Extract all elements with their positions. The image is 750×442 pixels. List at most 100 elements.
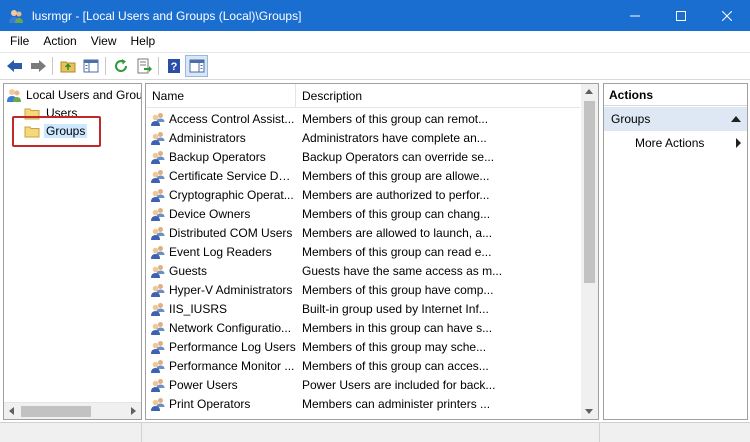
table-row[interactable]: Print Operators Members can administer pr…: [146, 394, 580, 413]
scroll-thumb[interactable]: [21, 406, 91, 417]
menu-file[interactable]: File: [3, 31, 36, 52]
list-vertical-scrollbar[interactable]: [581, 84, 598, 419]
list-header: Name Description: [146, 84, 580, 108]
group-name: Power Users: [169, 377, 238, 392]
status-segment: [600, 423, 750, 442]
table-row[interactable]: Backup Operators Backup Operators can ove…: [146, 147, 580, 166]
row-name-cell: Print Operators: [146, 396, 296, 412]
table-row[interactable]: Performance Log Users Members of this gro…: [146, 337, 580, 356]
table-row[interactable]: IIS_IUSRS Built-in group used by Internet…: [146, 299, 580, 318]
actions-section-label: Groups: [611, 112, 651, 126]
collapse-up-icon[interactable]: [731, 116, 741, 122]
table-row[interactable]: Event Log Readers Members of this group c…: [146, 242, 580, 261]
group-icon: [151, 378, 165, 392]
group-description: Members of this group can remot...: [302, 111, 489, 126]
row-name-cell: Performance Log Users: [146, 339, 296, 355]
groups-list-pane[interactable]: Name Description Access Control Assist..…: [145, 83, 599, 420]
menu-help[interactable]: Help: [124, 31, 163, 52]
group-icon: [151, 169, 165, 183]
group-icon: [151, 264, 165, 278]
scroll-thumb[interactable]: [584, 101, 595, 283]
table-row[interactable]: Performance Monitor ... Members of this g…: [146, 356, 580, 375]
table-row[interactable]: Distributed COM Users Members are allowed…: [146, 223, 580, 242]
scroll-down-icon[interactable]: [585, 409, 593, 414]
show-hide-console-tree-button[interactable]: [79, 55, 102, 77]
group-description: Members of this group have comp...: [302, 282, 494, 297]
group-icon: [151, 207, 165, 221]
window-title: lusrmgr - [Local Users and Groups (Local…: [32, 8, 302, 23]
export-list-button[interactable]: [132, 55, 155, 77]
group-name: Performance Monitor ...: [169, 358, 295, 373]
title-bar: lusrmgr - [Local Users and Groups (Local…: [0, 0, 750, 31]
group-icon: [151, 359, 165, 373]
column-header-name[interactable]: Name: [146, 84, 296, 107]
users-and-groups-icon: [7, 89, 21, 102]
tree-item-local-users-and-groups[interactable]: Local Users and Grou: [6, 86, 141, 104]
status-segment: [0, 423, 142, 442]
forward-button[interactable]: [26, 55, 49, 77]
group-name: Print Operators: [169, 396, 251, 411]
group-icon: [151, 340, 165, 354]
up-one-level-button[interactable]: [56, 55, 79, 77]
close-button[interactable]: [704, 0, 750, 31]
row-name-cell: Power Users: [146, 377, 296, 393]
maximize-icon: [676, 10, 686, 21]
group-name: Distributed COM Users: [169, 225, 293, 240]
scroll-right-icon[interactable]: [131, 407, 136, 415]
refresh-button[interactable]: [109, 55, 132, 77]
table-row[interactable]: Access Control Assist... Members of this …: [146, 109, 580, 128]
show-hide-action-pane-icon: [189, 59, 204, 73]
row-name-cell: Backup Operators: [146, 149, 296, 165]
more-actions-item[interactable]: More Actions: [604, 131, 747, 155]
back-button[interactable]: [3, 55, 26, 77]
toolbar: ?: [0, 52, 750, 80]
table-row[interactable]: Cryptographic Operat... Members are autho…: [146, 185, 580, 204]
submenu-arrow-icon: [736, 138, 741, 148]
table-row[interactable]: Hyper-V Administrators Members of this gr…: [146, 280, 580, 299]
group-description: Members are allowed to launch, a...: [302, 225, 493, 240]
toolbar-separator: [158, 57, 159, 75]
column-header-description[interactable]: Description: [296, 84, 580, 107]
group-name: Network Configuratio...: [169, 320, 292, 335]
groups-list: Access Control Assist... Members of this …: [146, 109, 580, 413]
group-description: Members are authorized to perfor...: [302, 187, 490, 202]
row-name-cell: Hyper-V Administrators: [146, 282, 296, 298]
actions-section-groups[interactable]: Groups: [604, 107, 747, 131]
table-row[interactable]: Power Users Power Users are included for …: [146, 375, 580, 394]
row-name-cell: Access Control Assist...: [146, 111, 296, 127]
group-name: Certificate Service DC...: [169, 168, 296, 183]
console-tree-pane[interactable]: Local Users and Grou Users Groups: [3, 83, 142, 420]
more-actions-label: More Actions: [635, 136, 705, 150]
group-name: Guests: [169, 263, 208, 278]
export-list-icon: [137, 58, 152, 74]
status-segment: [142, 423, 600, 442]
table-row[interactable]: Guests Guests have the same access as m..…: [146, 261, 580, 280]
group-name: Event Log Readers: [169, 244, 272, 259]
group-name: Administrators: [169, 130, 246, 145]
row-name-cell: Guests: [146, 263, 296, 279]
minimize-button[interactable]: [612, 0, 658, 31]
up-folder-icon: [60, 61, 75, 73]
actions-header: Actions: [604, 84, 747, 106]
menu-action[interactable]: Action: [36, 31, 83, 52]
group-icon: [151, 321, 165, 335]
toolbar-separator: [105, 57, 106, 75]
tree-horizontal-scrollbar[interactable]: [4, 402, 141, 419]
scroll-up-icon[interactable]: [585, 89, 593, 94]
group-description: Backup Operators can override se...: [302, 149, 495, 164]
group-description: Members in this group can have s...: [302, 320, 493, 335]
scroll-left-icon[interactable]: [9, 407, 14, 415]
group-icon: [151, 283, 165, 297]
show-hide-action-pane-button[interactable]: [185, 55, 208, 77]
maximize-button[interactable]: [658, 0, 704, 31]
app-users-icon[interactable]: [8, 8, 24, 24]
group-icon: [151, 397, 165, 411]
help-button[interactable]: ?: [162, 55, 185, 77]
table-row[interactable]: Network Configuratio... Members in this g…: [146, 318, 580, 337]
group-description: Power Users are included for back...: [302, 377, 496, 392]
table-row[interactable]: Certificate Service DC... Members of this…: [146, 166, 580, 185]
menu-view[interactable]: View: [84, 31, 124, 52]
table-row[interactable]: Administrators Administrators have comple…: [146, 128, 580, 147]
group-name: Access Control Assist...: [169, 111, 295, 126]
table-row[interactable]: Device Owners Members of this group can c…: [146, 204, 580, 223]
